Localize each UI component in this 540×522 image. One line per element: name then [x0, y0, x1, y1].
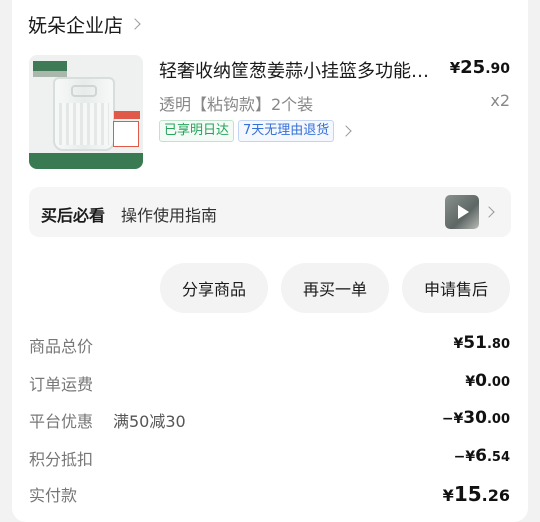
paid-label: 实付款 — [29, 486, 78, 505]
rebuy-button[interactable]: 再买一单 — [281, 263, 389, 313]
chevron-right-icon[interactable] — [129, 18, 141, 30]
goods-total-row: 商品总价 ¥51.80 — [29, 333, 510, 357]
platform-discount-amount: −¥30.00 — [442, 408, 510, 428]
hook-label — [114, 111, 140, 119]
guide-key: 买后必看 — [41, 206, 106, 225]
chevron-right-icon[interactable] — [483, 206, 495, 218]
product-variant: 透明【粘钩款】2个装 — [159, 95, 314, 114]
amount-decimal: .54 — [486, 450, 510, 465]
goods-total-label: 商品总价 — [29, 337, 94, 356]
return-policy-badge: 7天无理由退货 — [238, 120, 335, 142]
hook-icon — [113, 121, 139, 147]
product-price: ¥25.90 — [450, 57, 510, 78]
amount-integer: 30 — [463, 408, 487, 428]
amount-integer: 51 — [463, 333, 487, 353]
platform-discount-row: 平台优惠 满50减30 −¥30.00 — [29, 408, 510, 432]
product-title[interactable]: 轻奢收纳筐葱姜蒜小挂篮多功能厨房收纳 — [159, 57, 434, 83]
shipping-label: 订单运费 — [29, 375, 94, 394]
points-label: 积分抵扣 — [29, 450, 94, 469]
price-decimal: .90 — [485, 61, 510, 77]
paid-amount: ¥15.26 — [443, 482, 510, 506]
shop-name[interactable]: 妩朵企业店 — [28, 11, 123, 38]
platform-discount-label: 平台优惠 — [29, 412, 94, 431]
product-image[interactable] — [29, 55, 143, 169]
chevron-right-icon[interactable] — [340, 125, 352, 137]
service-badges[interactable]: 已享明日达 7天无理由退货 — [159, 120, 352, 142]
amount-symbol: −¥ — [453, 449, 476, 465]
shipping-amount: ¥0.00 — [465, 371, 510, 391]
image-footer-band — [29, 153, 143, 169]
guide-text: 操作使用指南 — [121, 206, 218, 225]
paid-amount-row: 实付款 ¥15.26 — [29, 482, 510, 506]
amount-decimal: .26 — [481, 486, 510, 505]
order-card: 妩朵企业店 轻奢收纳筐葱姜蒜小挂篮多功能厨房收纳 ¥25.90 透明【粘钩款】2… — [12, 0, 528, 522]
amount-symbol: ¥ — [442, 486, 454, 505]
next-day-badge: 已享明日达 — [159, 120, 235, 142]
basket-illustration — [53, 77, 115, 151]
price-integer: 25 — [460, 57, 486, 78]
amount-decimal: .00 — [486, 375, 510, 390]
usage-guide-bar[interactable]: 买后必看 操作使用指南 — [29, 187, 511, 237]
price-symbol: ¥ — [449, 59, 461, 77]
image-tag — [33, 61, 67, 71]
amount-symbol: ¥ — [453, 336, 464, 352]
platform-discount-detail: 满50减30 — [113, 412, 186, 431]
amount-decimal: .80 — [486, 337, 510, 352]
amount-symbol: ¥ — [465, 374, 476, 390]
shop-header[interactable]: 妩朵企业店 — [28, 10, 141, 38]
amount-integer: 6 — [475, 446, 487, 466]
amount-symbol: −¥ — [441, 411, 464, 427]
amount-integer: 0 — [475, 371, 487, 391]
product-quantity: x2 — [490, 91, 510, 110]
video-play-icon[interactable] — [445, 195, 479, 229]
points-deduction-row: 积分抵扣 −¥6.54 — [29, 446, 510, 470]
amount-decimal: .00 — [486, 412, 510, 427]
goods-total-amount: ¥51.80 — [454, 333, 510, 353]
amount-integer: 15 — [453, 482, 482, 506]
shipping-row: 订单运费 ¥0.00 — [29, 371, 510, 395]
share-product-button[interactable]: 分享商品 — [160, 263, 268, 313]
points-amount: −¥6.54 — [454, 446, 510, 466]
after-sale-button[interactable]: 申请售后 — [402, 263, 510, 313]
